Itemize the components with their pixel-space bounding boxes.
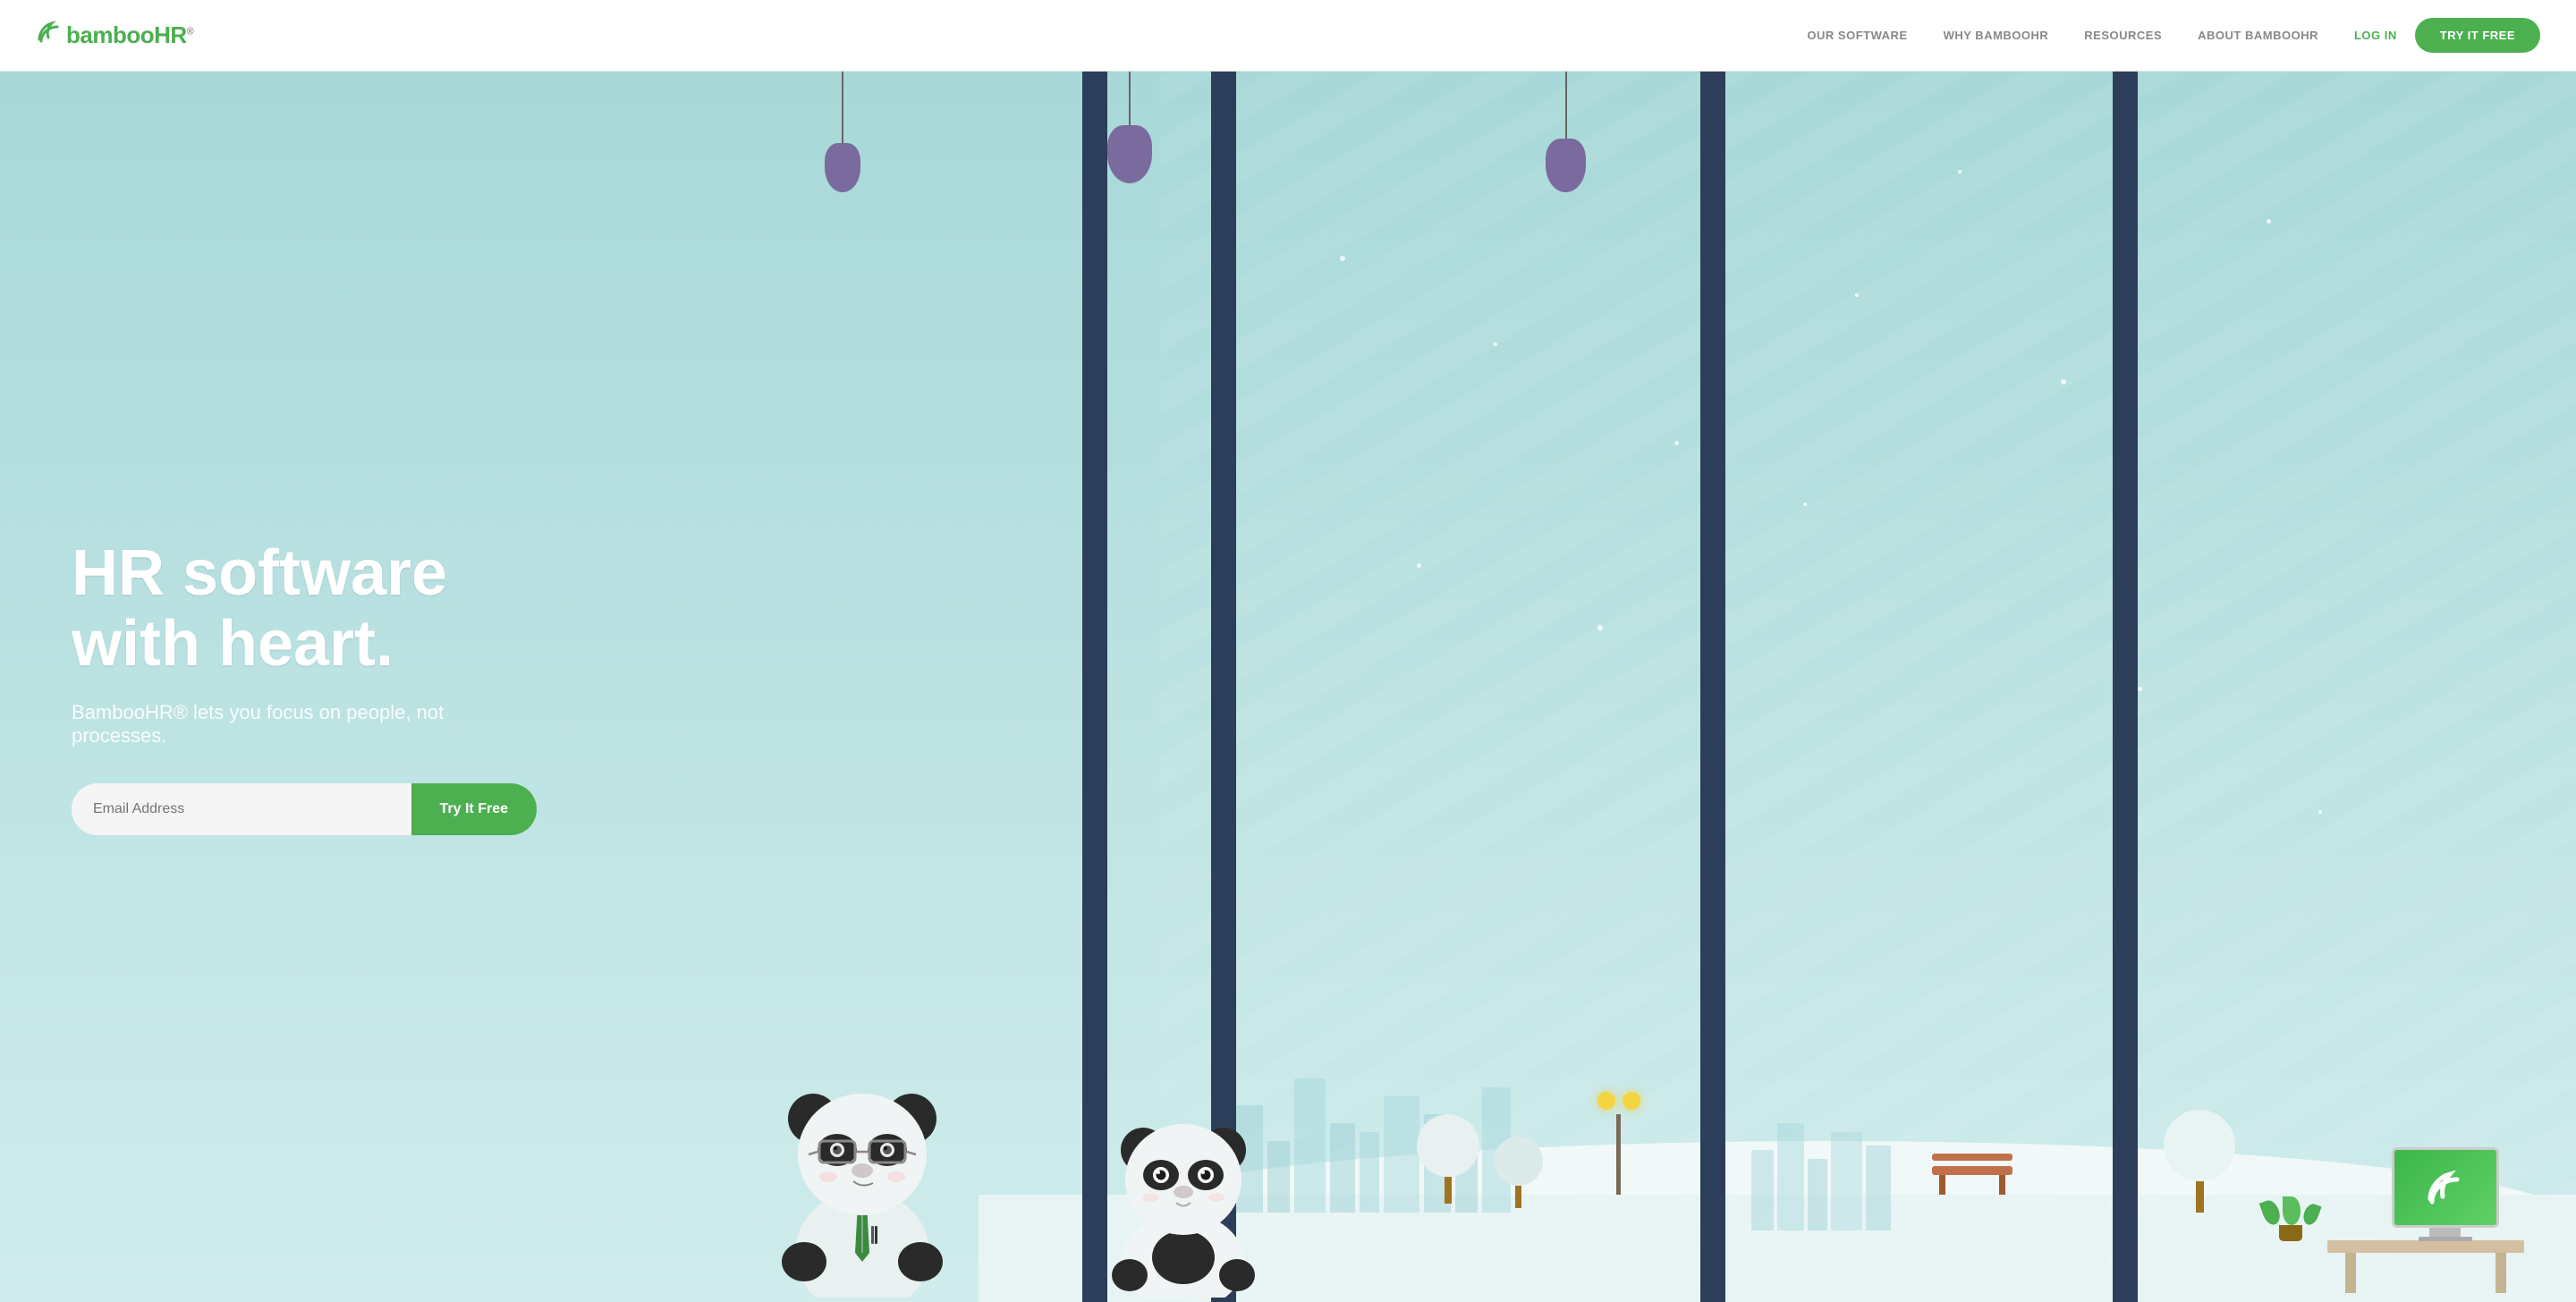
hero-headline: HR software with heart. (72, 538, 537, 680)
snow-5 (2061, 379, 2066, 385)
pillar-3 (2113, 72, 2138, 1302)
pillar-left (1082, 72, 1107, 1302)
hero-section: HR software with heart. BambooHR® lets y… (0, 72, 2576, 1302)
panda-office (773, 1047, 952, 1302)
pillar-2 (1700, 72, 1725, 1302)
logo[interactable]: bambooHR® (36, 20, 193, 51)
hero-try-free-button[interactable]: Try It Free (411, 783, 537, 835)
plant (2263, 1196, 2318, 1241)
city-skyline-right (1751, 1123, 1891, 1230)
snow-12 (1597, 625, 1603, 630)
snow-3 (1674, 441, 1679, 445)
nav-right: LOG IN TRY IT FREE (2354, 18, 2540, 53)
nav-about-bamboohr[interactable]: ABOUT BAMBOOHR (2198, 29, 2318, 42)
hanging-lamp-2 (1107, 72, 1152, 183)
snow-7 (1803, 503, 1807, 506)
hero-subtext: BambooHR® lets you focus on people, not … (72, 701, 537, 748)
street-lamp (1597, 1092, 1640, 1195)
nav-resources[interactable]: RESOURCES (2084, 29, 2162, 42)
navbar: bambooHR® OUR SOFTWARE WHY BAMBOOHR RESO… (0, 0, 2576, 72)
logo-text: bambooHR® (66, 21, 193, 49)
snow-9 (1958, 170, 1962, 173)
monitor (2392, 1147, 2499, 1241)
snow-11 (2318, 810, 2322, 814)
login-button[interactable]: LOG IN (2354, 29, 2397, 42)
hanging-lamp-3 (1546, 72, 1586, 192)
tree-mid (1494, 1137, 1543, 1208)
tree-left (1417, 1114, 1479, 1204)
desk (2327, 1240, 2524, 1253)
logo-icon (36, 20, 64, 51)
try-free-nav-button[interactable]: TRY IT FREE (2415, 18, 2540, 53)
nav-links: OUR SOFTWARE WHY BAMBOOHR RESOURCES ABOU… (1807, 28, 2318, 44)
hanging-lamp-1 (825, 72, 860, 192)
snow-4 (1855, 293, 1859, 297)
nav-our-software[interactable]: OUR SOFTWARE (1807, 29, 1907, 42)
email-input[interactable] (72, 783, 411, 835)
nav-why-bamboohr[interactable]: WHY BAMBOOHR (1944, 29, 2049, 42)
hero-content: HR software with heart. BambooHR® lets y… (0, 538, 608, 835)
bench (1932, 1154, 2012, 1195)
panda-baby (1107, 1083, 1259, 1302)
hero-form: Try It Free (72, 783, 537, 835)
tree-right (2164, 1110, 2235, 1213)
